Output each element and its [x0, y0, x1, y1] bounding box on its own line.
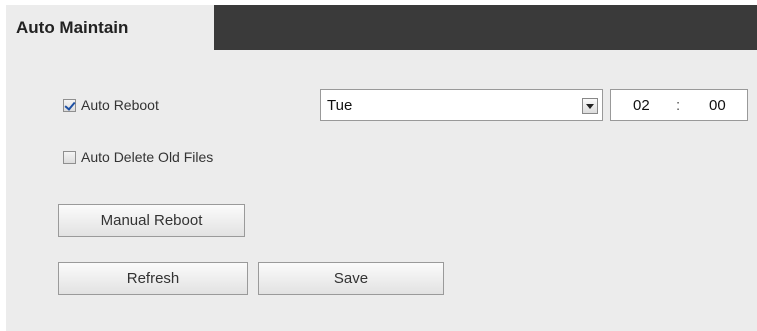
- manual-reboot-button[interactable]: Manual Reboot: [58, 204, 245, 237]
- tab-title: Auto Maintain: [16, 18, 129, 37]
- auto-delete-label: Auto Delete Old Files: [81, 149, 214, 165]
- reboot-minute[interactable]: 00: [709, 97, 726, 114]
- auto-reboot-label: Auto Reboot: [81, 97, 159, 113]
- reboot-day-value: Tue: [327, 97, 353, 114]
- save-button[interactable]: Save: [258, 262, 444, 295]
- auto-reboot-checkbox[interactable]: [63, 98, 76, 112]
- chevron-down-icon[interactable]: [582, 98, 598, 114]
- reboot-hour[interactable]: 02: [633, 97, 650, 114]
- reboot-day-select[interactable]: Tue: [320, 89, 603, 121]
- refresh-button[interactable]: Refresh: [58, 262, 248, 295]
- reboot-time-input[interactable]: 02 : 00: [610, 89, 748, 121]
- time-separator: :: [676, 97, 681, 114]
- tab-auto-maintain[interactable]: Auto Maintain: [6, 5, 214, 50]
- auto-delete-row[interactable]: Auto Delete Old Files: [63, 149, 213, 165]
- auto-delete-checkbox[interactable]: [63, 150, 76, 164]
- auto-reboot-row[interactable]: Auto Reboot: [63, 97, 159, 113]
